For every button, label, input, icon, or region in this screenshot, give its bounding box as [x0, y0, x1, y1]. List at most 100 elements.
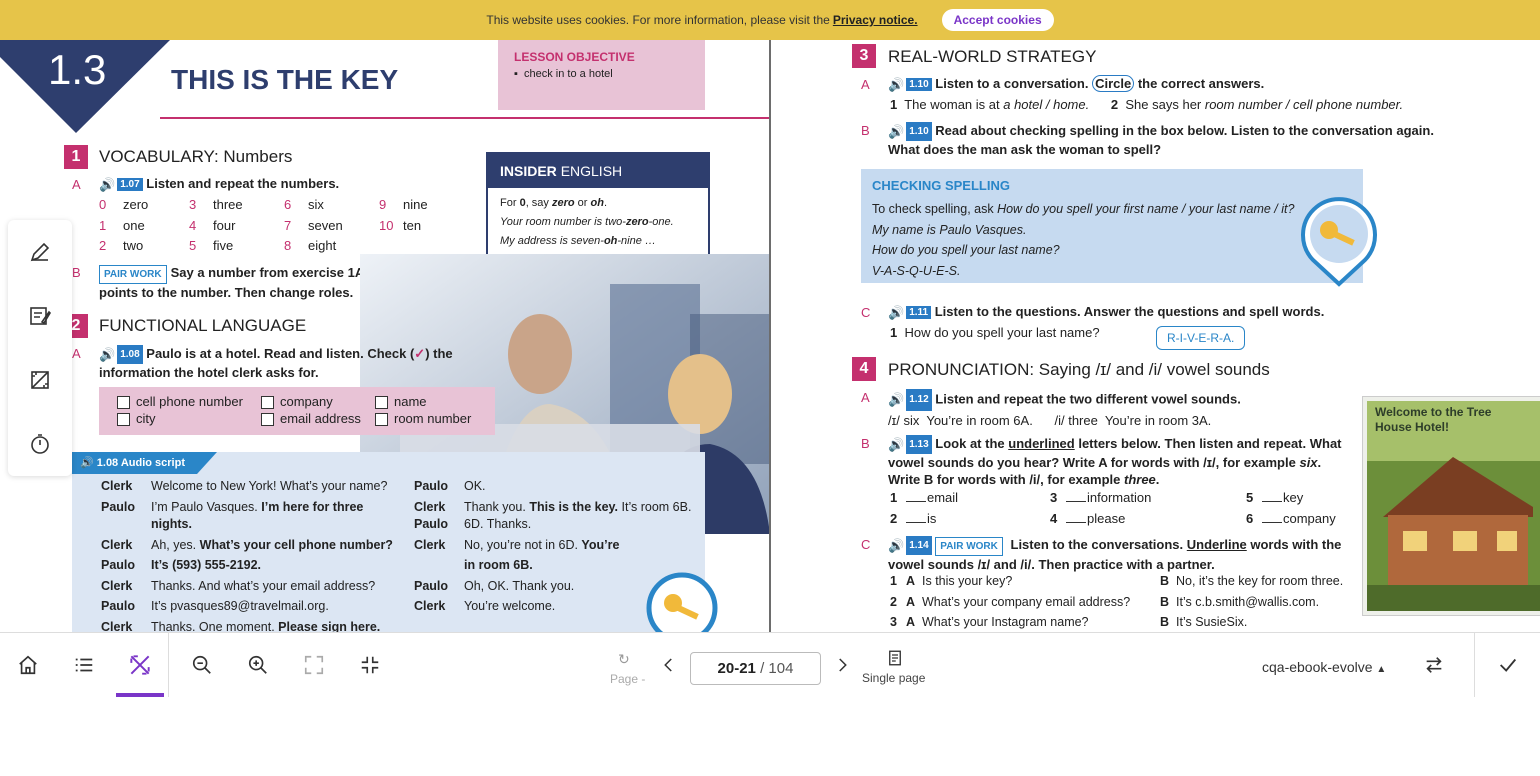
exercise-letter: A [72, 177, 81, 192]
fit-page-icon[interactable] [354, 649, 386, 681]
zoom-in-icon[interactable] [242, 649, 274, 681]
exercise-letter: A [861, 77, 870, 92]
exercise-3a: 🔊 1.10 Listen to a conversation. Circle t… [888, 75, 1265, 93]
checklist-item[interactable]: company [261, 394, 333, 410]
home-icon[interactable] [12, 649, 44, 681]
exercise-3c-question: 1 How do you spell your last name? [890, 325, 1100, 340]
lesson-title: THIS IS THE KEY [171, 64, 399, 95]
checklist-item[interactable]: room number [375, 411, 471, 427]
checklist-item[interactable]: cell phone number [117, 394, 243, 410]
timer-icon[interactable] [24, 428, 56, 460]
script-line: Clerk Thanks. One moment. Please sign her… [101, 619, 381, 633]
script-line: Paulo It’s pvasques89@travelmail.org. [101, 599, 329, 613]
accept-cookies-button[interactable]: Accept cookies [941, 9, 1054, 31]
exercise-3c: 🔊 1.11 Listen to the questions. Answer th… [888, 304, 1325, 321]
insider-english-box: INSIDER ENGLISH For 0, say zero or oh. Y… [486, 152, 710, 260]
annotate-tools-icon[interactable] [124, 649, 156, 681]
cookie-banner: This website uses cookies. For more info… [0, 0, 1540, 40]
exercise-3b: 🔊 1.10 Read about checking spelling in th… [888, 122, 1434, 158]
next-page-icon[interactable] [826, 649, 858, 681]
number-item: 2 two [99, 238, 144, 253]
checklist-box: cell phone number company name city email ad… [99, 387, 495, 435]
checkbox[interactable] [375, 413, 388, 427]
audio-button[interactable]: 🔊 1.13 [888, 435, 932, 455]
checkbox[interactable] [375, 396, 388, 410]
checkbox[interactable] [117, 413, 130, 427]
number-item: 1 one [99, 217, 145, 233]
checkbox[interactable] [117, 396, 130, 410]
speaker-icon: 🔊 [888, 76, 905, 92]
checklist-item[interactable]: name [375, 394, 427, 410]
speaker-icon: 🔊 [888, 538, 905, 554]
conversation-row: 1 A Is this your key? B No, it’s the key for… [890, 574, 1344, 588]
section-4-number: 4 [852, 357, 876, 381]
unit-number: 1.3 [48, 46, 107, 93]
single-page-icon[interactable] [886, 649, 904, 672]
speaker-icon: 🔊 [888, 304, 905, 320]
lesson-objective: LESSON OBJECTIVE ▪ check in to a hotel [498, 40, 705, 110]
page-input[interactable]: 20-21 / 104 [690, 652, 821, 685]
zoom-out-icon[interactable] [186, 649, 218, 681]
exercise-letter: A [861, 390, 870, 405]
page-label: Page - [610, 672, 646, 686]
exercise-2a: 🔊 1.08 Paulo is at a hotel. Read and list… [99, 345, 453, 381]
single-page-label[interactable]: Single page [862, 671, 925, 685]
answer-bubble: R-I-V-E-R-A. [1156, 326, 1246, 350]
previous-page-icon[interactable] [653, 649, 685, 681]
audio-button[interactable]: 🔊 1.08 [99, 345, 143, 365]
cookie-text: This website uses cookies. For more info… [486, 13, 830, 27]
audio-button[interactable]: 🔊 1.10 [888, 122, 932, 142]
checkbox[interactable] [261, 396, 274, 410]
right-page: 3 REAL-WORLD STRATEGY A 🔊 1.10 Listen to … [771, 40, 1540, 632]
word-item: 5 key [1246, 490, 1304, 505]
exercise-3a-questions: 1 The woman is at a hotel / home. 2 She … [890, 97, 1404, 112]
objective-heading: LESSON OBJECTIVE [514, 50, 635, 64]
checkmark-icon[interactable] [1492, 649, 1524, 681]
audio-button[interactable]: 🔊 1.11 [888, 304, 932, 321]
number-item: 7 seven [284, 217, 343, 233]
active-tab-indicator [116, 693, 164, 697]
word-item: 4 please [1050, 510, 1126, 526]
audio-script-title: 🔊 1.08 Audio script [80, 457, 185, 469]
word-item: 3 information [1050, 490, 1152, 505]
crop-icon[interactable] [24, 364, 56, 396]
checkbox[interactable] [261, 413, 274, 427]
exercise-letter: B [861, 123, 870, 138]
reset-icon[interactable]: ↻ [618, 651, 630, 668]
note-icon[interactable] [24, 300, 56, 332]
script-line: Paulo It’s (593) 555-2192. [101, 558, 262, 572]
book-selector[interactable]: cqa-ebook-evolve ▲ [1262, 659, 1386, 675]
audio-button[interactable]: 🔊 1.10 [888, 77, 932, 93]
speaker-icon: 🔊 [99, 176, 116, 192]
section-2-title: FUNCTIONAL LANGUAGE [99, 316, 307, 335]
script-line: Paulo OK. [414, 479, 486, 493]
section-3-number: 3 [852, 44, 876, 68]
privacy-link[interactable]: Privacy notice. [833, 13, 918, 27]
hotel-caption: Welcome to the Tree House Hotel! [1375, 405, 1492, 434]
script-line: nights. [151, 517, 192, 531]
audio-button[interactable]: 🔊 1.14 [888, 536, 932, 556]
checklist-item[interactable]: city [117, 411, 156, 427]
number-item: 8 eight [284, 238, 337, 253]
script-line: Clerk No, you’re not in 6D. You’re [414, 537, 620, 552]
page-background [0, 696, 1540, 776]
audio-button[interactable]: 🔊 1.07 [99, 177, 143, 193]
audio-button[interactable]: 🔊 1.12 [888, 389, 932, 411]
contents-icon[interactable] [68, 649, 100, 681]
script-line: Paulo I’m Paulo Vasques. I’m here for thr… [101, 499, 364, 514]
word-item: 6 company [1246, 510, 1336, 526]
fullscreen-icon[interactable] [298, 649, 330, 681]
speaker-icon: 🔊 [888, 392, 905, 407]
pair-work-tag: PAIR WORK [99, 265, 167, 284]
ebook-viewer[interactable]: 1.3 THIS IS THE KEY LESSON OBJECTIVE ▪ c… [0, 40, 1540, 632]
swap-icon[interactable] [1418, 649, 1450, 681]
pen-icon[interactable] [24, 236, 56, 268]
number-item: 4 four [189, 217, 236, 233]
exercise-letter: B [72, 265, 81, 280]
checklist-item[interactable]: email address [261, 411, 361, 427]
caret-up-icon: ▲ [1376, 664, 1387, 675]
number-item: 9 nine [379, 197, 428, 212]
annotation-sidebar [8, 220, 72, 476]
audio-script-box: 🔊 1.08 Audio script Clerk Welcome to New … [72, 452, 705, 632]
exercise-1a: 🔊 1.07 Listen and repeat the numbers. [99, 176, 340, 193]
